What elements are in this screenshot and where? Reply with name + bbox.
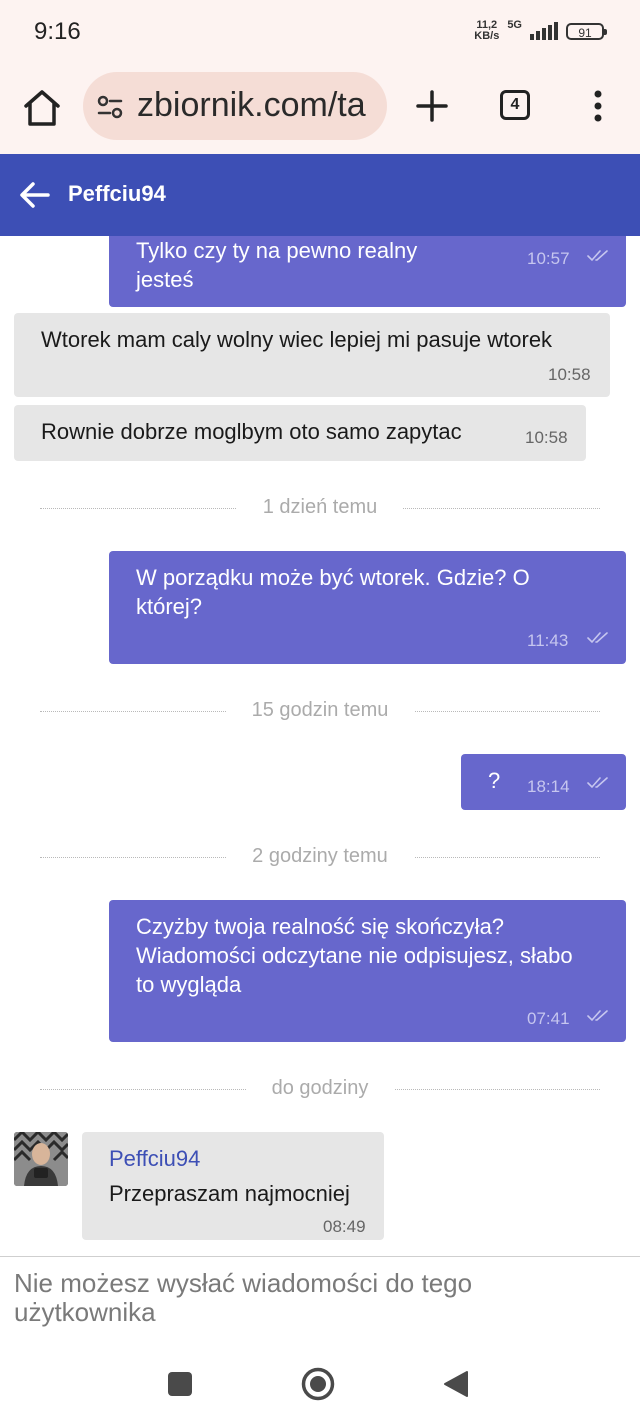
message-time: 18:14 bbox=[527, 777, 570, 796]
sender-name[interactable]: Peffciu94 bbox=[109, 1144, 200, 1173]
message-bubble-incoming: Rownie dobrze moglbym oto samo zapytac 1… bbox=[14, 405, 586, 461]
message-text: Przepraszam najmocniej bbox=[109, 1181, 350, 1206]
message-bubble-incoming: Wtorek mam caly wolny wiec lepiej mi pas… bbox=[14, 313, 610, 397]
browser-toolbar: zbiornik.com/ta 4 bbox=[0, 64, 640, 154]
message-bubble-outgoing: ? 18:14 bbox=[461, 754, 626, 810]
message-text: Czyżby twoja realność się skończyła? Wia… bbox=[136, 914, 573, 997]
date-separator: 1 dzień temu bbox=[40, 494, 600, 524]
message-time: 07:41 bbox=[527, 1009, 570, 1028]
more-vert-icon[interactable] bbox=[588, 86, 608, 126]
recents-square-icon[interactable] bbox=[168, 1372, 192, 1396]
site-settings-icon[interactable] bbox=[95, 92, 125, 122]
message-time: 11:43 bbox=[527, 631, 569, 650]
message-text: Rownie dobrze moglbym oto samo zapytac bbox=[41, 419, 462, 444]
contact-name: Peffciu94 bbox=[68, 181, 166, 206]
message-bubble-incoming: Peffciu94 Przepraszam najmocniej 08:49 bbox=[82, 1132, 384, 1240]
message-text: W porządku może być wtorek. Gdzie? O któ… bbox=[136, 565, 530, 619]
message-time: 10:58 bbox=[548, 365, 591, 384]
signal-icon bbox=[530, 22, 558, 40]
plus-icon[interactable] bbox=[412, 86, 452, 126]
date-separator: do godziny bbox=[40, 1075, 600, 1105]
message-bubble-outgoing: W porządku może być wtorek. Gdzie? O któ… bbox=[109, 551, 626, 664]
home-circle-icon[interactable] bbox=[301, 1367, 335, 1401]
back-triangle-icon[interactable] bbox=[443, 1370, 469, 1398]
status-bar: 9:16 11,2 KB/s 5G 91 bbox=[0, 0, 640, 64]
read-check-icon bbox=[587, 1010, 608, 1022]
url-text[interactable]: zbiornik.com/ta bbox=[137, 86, 366, 125]
system-nav-bar bbox=[0, 1346, 640, 1423]
read-check-icon bbox=[587, 250, 608, 262]
chat-header: Peffciu94 bbox=[0, 154, 640, 236]
message-text: Wtorek mam caly wolny wiec lepiej mi pas… bbox=[41, 327, 553, 352]
status-icons: 11,2 KB/s 5G 91 bbox=[474, 19, 607, 42]
network-type: 5G bbox=[507, 19, 522, 31]
avatar[interactable] bbox=[14, 1132, 68, 1186]
message-list[interactable]: Tylko czy ty na pewno realny jesteś 10:5… bbox=[0, 236, 640, 1256]
read-check-icon bbox=[587, 777, 608, 789]
date-separator: 15 godzin temu bbox=[40, 697, 600, 727]
arrow-left-icon[interactable] bbox=[18, 178, 52, 212]
composer-disabled: Nie możesz wysłać wiadomości do tego uży… bbox=[0, 1256, 640, 1347]
date-separator: 2 godziny temu bbox=[40, 843, 600, 873]
battery-icon: 91 bbox=[566, 22, 607, 40]
message-bubble-outgoing: Tylko czy ty na pewno realny jesteś 10:5… bbox=[109, 236, 626, 307]
avatar-image bbox=[14, 1132, 68, 1186]
cannot-send-notice: Nie możesz wysłać wiadomości do tego uży… bbox=[14, 1268, 473, 1327]
home-icon[interactable] bbox=[20, 86, 64, 130]
message-time: 10:57 bbox=[527, 249, 570, 268]
message-text: ? bbox=[488, 768, 501, 793]
address-bar[interactable]: zbiornik.com/ta bbox=[83, 72, 387, 140]
read-check-icon bbox=[587, 632, 608, 644]
clock: 9:16 bbox=[34, 18, 81, 45]
network-speed: 11,2 KB/s bbox=[474, 19, 500, 42]
message-bubble-outgoing: Czyżby twoja realność się skończyła? Wia… bbox=[109, 900, 626, 1042]
message-text: Tylko czy ty na pewno realny jesteś bbox=[136, 238, 418, 292]
message-time: 10:58 bbox=[525, 428, 568, 447]
message-time: 08:49 bbox=[323, 1217, 366, 1236]
tabs-icon[interactable]: 4 bbox=[500, 90, 530, 120]
